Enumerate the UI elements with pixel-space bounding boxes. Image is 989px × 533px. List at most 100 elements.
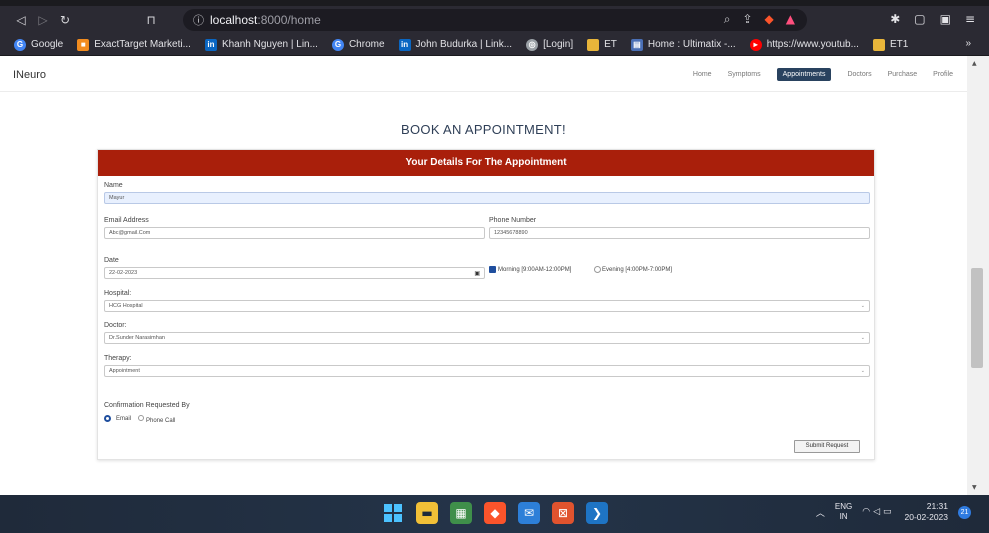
evening-checkbox[interactable] (594, 266, 601, 273)
clock-time: 21:31 (926, 501, 948, 511)
bookmark-label: Home : Ultimatix -... (647, 39, 736, 50)
therapy-select[interactable]: Appointment ⌄ (104, 365, 870, 377)
scrollbar-thumb[interactable] (971, 268, 983, 368)
forward-icon[interactable]: ▷ (32, 13, 54, 27)
menu-icon[interactable]: ≡ (965, 12, 975, 26)
calendar-icon[interactable]: ▣ (474, 269, 480, 279)
address-bar[interactable]: ⓘ localhost :8000/home ⌕ ⇪ ◆ ▲ (183, 9, 807, 31)
bookmark-item[interactable]: in Khanh Nguyen | Lin... (204, 38, 318, 51)
language-indicator[interactable]: ENG IN (835, 502, 852, 522)
language-region: IN (839, 512, 848, 521)
scroll-down-icon[interactable]: ▼ (972, 484, 977, 491)
therapy-label: Therapy: (104, 355, 132, 362)
sidebar-icon[interactable]: ▢ (914, 12, 925, 26)
bookmark-item[interactable]: ■ ExactTarget Marketi... (77, 38, 191, 51)
chevron-up-icon[interactable]: ︿ (816, 506, 825, 519)
bookmark-label: ET1 (889, 39, 909, 50)
nav-home[interactable]: Home (693, 71, 712, 78)
nav-profile[interactable]: Profile (933, 71, 953, 78)
bookmark-label: Khanh Nguyen | Lin... (221, 39, 318, 50)
bookmark-label: ET (604, 39, 617, 50)
bookmark-item[interactable]: ET1 (872, 38, 909, 51)
extensions-icon[interactable]: ✱ (890, 12, 900, 26)
bookmark-icon[interactable]: ⊓ (140, 13, 162, 27)
date-value: 22-02-2023 (109, 270, 138, 276)
brave-browser-icon[interactable]: ◆ (484, 502, 506, 524)
brave-rewards-icon[interactable]: ▲ (786, 12, 795, 27)
morning-checkbox[interactable] (489, 266, 496, 273)
bookmark-label: [Login] (543, 39, 574, 50)
email-field[interactable]: Abc@gmail.Com (104, 227, 485, 239)
clock[interactable]: 21:31 20-02-2023 (905, 501, 948, 523)
notification-badge[interactable]: 21 (958, 505, 971, 519)
date-field[interactable]: 22-02-2023 ▣ (104, 267, 485, 279)
nav-doctors[interactable]: Doctors (847, 71, 871, 78)
bookmark-label: https://www.youtub... (766, 39, 859, 50)
vscode-icon[interactable]: ❯ (586, 502, 608, 524)
app-icon[interactable]: ⊠ (552, 502, 574, 524)
zoom-icon[interactable]: ⌕ (724, 12, 731, 27)
hospital-select[interactable]: HCG Hospital ⌄ (104, 300, 870, 312)
bookmark-item[interactable]: G Google (14, 38, 64, 51)
morning-label: Morning [9:00AM-12:00PM] (498, 267, 572, 273)
linkedin-icon: in (204, 38, 217, 51)
name-label: Name (104, 182, 123, 189)
screen: ◁ ▷ ↻ ⊓ ⓘ localhost :8000/home ⌕ ⇪ ◆ ▲ ✱… (0, 0, 989, 533)
site-brand[interactable]: INeuro (13, 69, 46, 81)
taskbar-apps: ▬ ▦ ◆ ✉ ⊠ ❯ (382, 502, 608, 524)
mail-icon[interactable]: ✉ (518, 502, 540, 524)
doctor-select[interactable]: Dr.Sunder Narasimhan ⌄ (104, 332, 870, 344)
wifi-volume-battery-icon[interactable]: ◠◁▭ (862, 507, 894, 517)
therapy-value: Appointment (109, 368, 140, 374)
phone-radio[interactable] (138, 415, 144, 421)
doctor-value: Dr.Sunder Narasimhan (109, 335, 165, 341)
nav-appointments[interactable]: Appointments (776, 68, 832, 81)
chevron-down-icon: ⌄ (860, 368, 865, 374)
submit-button[interactable]: Submit Request (794, 440, 860, 453)
bookmark-item[interactable]: ◎ [Login] (526, 38, 574, 51)
date-label: Date (104, 257, 119, 264)
evening-label: Evening [4:00PM-7:00PM] (602, 267, 673, 273)
clock-date: 20-02-2023 (904, 512, 948, 522)
brave-shield-icon[interactable]: ◆ (765, 12, 774, 27)
confirmation-label: Confirmation Requested By (104, 402, 190, 409)
appointment-form-card: Your Details For The Appointment Name Ma… (97, 149, 875, 460)
scroll-up-icon[interactable]: ▲ (972, 60, 977, 67)
bookmark-item[interactable]: ▸ https://www.youtub... (749, 38, 859, 51)
bookmarks-overflow-button[interactable]: » (965, 38, 971, 49)
store-icon[interactable]: ▦ (450, 502, 472, 524)
site-nav-links: Home Symptoms Appointments Doctors Purch… (693, 68, 953, 81)
email-label: Email Address (104, 217, 149, 224)
browser-toolbar: ◁ ▷ ↻ ⊓ ⓘ localhost :8000/home ⌕ ⇪ ◆ ▲ ✱… (0, 6, 989, 34)
site-info-icon[interactable]: ⓘ (193, 12, 204, 28)
doctor-label: Doctor: (104, 322, 127, 329)
site-navbar: INeuro Home Symptoms Appointments Doctor… (0, 56, 967, 92)
card-title: Your Details For The Appointment (98, 150, 874, 176)
bookmark-item[interactable]: G Chrome (331, 38, 385, 51)
share-icon[interactable]: ⇪ (742, 12, 752, 27)
google-icon: G (14, 38, 26, 51)
bookmark-item[interactable]: ET (587, 38, 617, 51)
nav-purchase[interactable]: Purchase (888, 71, 918, 78)
language-code: ENG (834, 502, 853, 511)
phone-field[interactable]: 12345678890 (489, 227, 870, 239)
folder-icon (587, 38, 600, 51)
nav-symptoms[interactable]: Symptoms (728, 71, 761, 78)
chevron-down-icon: ⌄ (860, 303, 865, 309)
globe-icon: ◎ (526, 38, 539, 51)
file-explorer-icon[interactable]: ▬ (416, 502, 438, 524)
wallet-icon[interactable]: ▣ (940, 12, 951, 26)
web-page: INeuro Home Symptoms Appointments Doctor… (0, 56, 967, 495)
bookmark-label: Google (31, 39, 64, 50)
email-radio[interactable] (104, 415, 111, 422)
back-icon[interactable]: ◁ (10, 13, 32, 27)
bookmark-item[interactable]: ▤ Home : Ultimatix -... (630, 38, 736, 51)
reload-icon[interactable]: ↻ (54, 13, 76, 27)
bookmark-label: John Budurka | Link... (415, 39, 513, 50)
bookmark-item[interactable]: in John Budurka | Link... (398, 38, 513, 51)
url-host: localhost (210, 13, 258, 27)
ultimatix-icon: ▤ (630, 38, 643, 51)
name-field[interactable]: Mayur (104, 192, 870, 204)
start-icon[interactable] (382, 502, 404, 524)
linkedin-icon: in (398, 38, 411, 51)
